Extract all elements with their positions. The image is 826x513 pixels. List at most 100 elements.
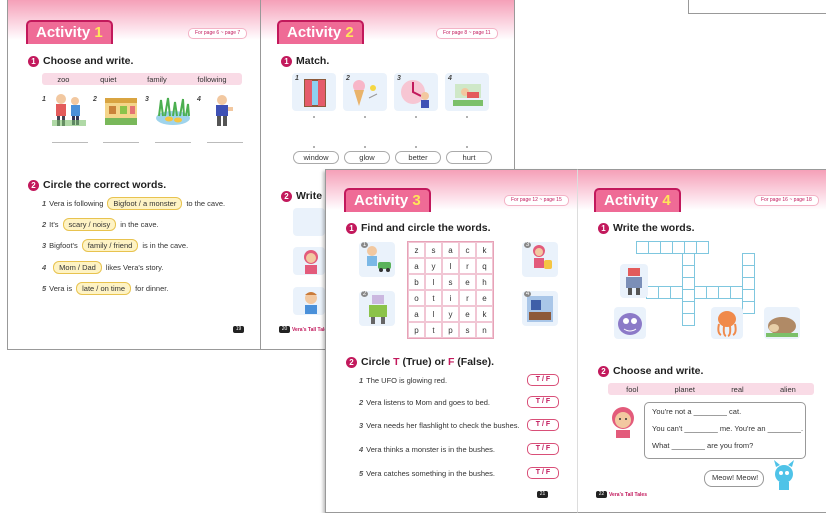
grid-letter[interactable]: b [408,274,425,290]
girl-illustration [612,407,634,438]
word-choice[interactable]: scary / noisy [62,218,117,231]
item-number: 2 [361,291,368,297]
match-dot[interactable] [466,146,468,148]
grid-letter[interactable]: i [442,290,459,306]
word-search-grid[interactable]: zsackaylrqblsehotirealyekptpsn [407,241,494,339]
grid-letter[interactable]: t [425,290,442,306]
grid-letter[interactable]: s [442,274,459,290]
grid-letter[interactable]: e [476,290,493,306]
word-pill[interactable]: better [395,151,441,164]
fill-sentence[interactable]: You're not a ________ cat. [652,407,741,416]
sentence-line: 5 Vera is late / on time for dinner. [42,282,169,295]
grid-letter[interactable]: e [459,306,476,322]
girl-illustration [304,250,318,274]
sentence-line: 3 Bigfoot's family / friend is in the cave. [42,239,189,252]
grid-letter[interactable]: s [425,242,442,258]
grid-letter[interactable]: k [476,242,493,258]
robot-illustration [626,268,642,295]
question-number-icon: 2 [281,190,292,202]
grid-letter[interactable]: p [442,322,459,338]
statement: 3 Vera needs her flashlight to check the … [359,421,520,430]
window-illustration [304,79,326,107]
crossword-cell[interactable] [670,286,683,299]
crossword-cell[interactable] [742,301,755,314]
crossword-cell[interactable] [682,313,695,326]
grid-letter[interactable]: r [459,290,476,306]
match-dot[interactable] [415,146,417,148]
question-number-icon: 1 [598,222,609,234]
pond-illustration [156,97,190,125]
grid-letter[interactable]: p [408,322,425,338]
grid-letter[interactable]: r [459,258,476,274]
item-number: 3 [524,242,531,248]
true-false-choice[interactable]: T / F [527,396,559,408]
grid-letter[interactable]: q [476,258,493,274]
book-footer: Vera's Tall Tales [609,492,647,498]
question-number-icon: 1 [28,55,39,67]
match-dot[interactable] [364,116,366,118]
grid-letter[interactable]: a [408,306,425,322]
true-false-choice[interactable]: T / F [527,443,559,455]
statement: 4 Vera thinks a monster is in the bushes. [359,445,495,454]
word-choice[interactable]: Bigfoot / a monster [107,197,183,210]
grid-letter[interactable]: l [442,258,459,274]
grid-letter[interactable]: c [459,242,476,258]
answer-line[interactable] [207,142,243,143]
grid-letter[interactable]: l [425,274,442,290]
question-2: 2 Circle T (True) or F (False). [346,356,494,368]
answer-line[interactable] [52,142,88,143]
grid-letter[interactable]: l [425,306,442,322]
grid-letter[interactable]: t [425,322,442,338]
grid-letter[interactable]: y [442,306,459,322]
question-number-icon: 2 [346,356,357,368]
answer-line[interactable] [155,142,191,143]
activity-title: Activity 2 [277,20,364,44]
grid-letter[interactable]: y [425,258,442,274]
grid-letter[interactable]: n [476,322,493,338]
word-pill[interactable]: window [293,151,339,164]
grid-letter[interactable]: z [408,242,425,258]
page-number: 22 [596,491,607,498]
grid-letter[interactable]: a [442,242,459,258]
edge-page-fragment [688,0,826,14]
sentence-line: 4 Mom / Dad likes Vera's story. [42,261,164,274]
match-dot[interactable] [466,116,468,118]
grid-letter[interactable]: h [476,274,493,290]
word-pill[interactable]: hurt [446,151,492,164]
match-dot[interactable] [364,146,366,148]
true-false-choice[interactable]: T / F [527,467,559,479]
word-bank: zoo quiet family following [42,73,242,85]
grid-letter[interactable]: o [408,290,425,306]
word-bank-item: quiet [100,74,117,84]
grid-letter[interactable]: k [476,306,493,322]
true-false-choice[interactable]: T / F [527,374,559,386]
boy-with-car-illustration [367,246,391,272]
activity-1-page: Activity 1 For page 6 ~ page 7 1 Choose a… [7,0,262,350]
match-dot[interactable] [415,116,417,118]
match-dot[interactable] [313,146,315,148]
answer-line[interactable] [103,142,139,143]
grid-letter[interactable]: e [459,274,476,290]
room-illustration [527,296,553,322]
match-dot[interactable] [313,116,315,118]
true-false-choice[interactable]: T / F [527,419,559,431]
hedgehog-illustration [766,317,798,337]
word-bank-item: following [197,74,227,84]
statement: 2 Vera listens to Mom and goes to bed. [359,398,490,407]
grid-letter[interactable]: s [459,322,476,338]
activity-3-page: Activity 3 For page 12 ~ page 15 1 Find a… [325,169,579,513]
word-bank-item: alien [779,384,796,394]
word-pill[interactable]: glow [344,151,390,164]
page-number: 21 [537,491,548,498]
word-bank-item: real [731,384,744,394]
grid-letter[interactable]: a [408,258,425,274]
word-choice[interactable]: Mom / Dad [53,261,102,274]
fill-sentence[interactable]: You can't ________ me. You're an _______… [652,424,803,433]
zoo-illustration [105,98,137,125]
glow-illustration [353,80,378,106]
fill-sentence[interactable]: What ________ are you from? [652,441,753,450]
word-choice[interactable]: late / on time [76,282,132,295]
sentence-line: 1 Vera is following Bigfoot / a monster to … [42,197,226,210]
crossword-cell[interactable] [696,241,709,254]
word-choice[interactable]: family / friend [81,239,139,252]
